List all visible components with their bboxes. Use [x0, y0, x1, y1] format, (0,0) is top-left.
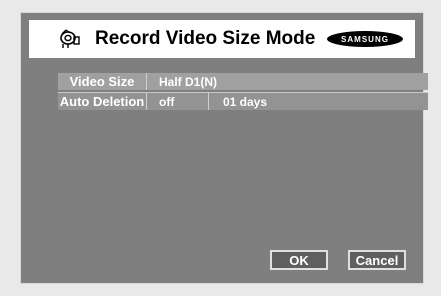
auto-deletion-days[interactable]: 01 days: [209, 95, 267, 109]
page-title: Record Video Size Mode: [95, 28, 316, 49]
ok-button[interactable]: OK: [270, 250, 328, 270]
video-size-value[interactable]: Half D1(N): [147, 75, 217, 89]
title-bar: Record Video Size Mode SAMSUNG: [29, 20, 415, 58]
video-size-row[interactable]: Video Size Half D1(N): [58, 73, 428, 90]
video-size-label: Video Size: [58, 73, 147, 90]
auto-deletion-row[interactable]: Auto Deletion off 01 days: [58, 92, 428, 110]
cancel-button[interactable]: Cancel: [348, 250, 406, 270]
samsung-logo: SAMSUNG: [327, 31, 403, 47]
auto-deletion-mode[interactable]: off: [147, 93, 209, 110]
camera-icon: [59, 28, 81, 50]
dialog-screen: Record Video Size Mode SAMSUNG Video Siz…: [20, 12, 428, 284]
auto-deletion-label: Auto Deletion: [58, 93, 147, 110]
